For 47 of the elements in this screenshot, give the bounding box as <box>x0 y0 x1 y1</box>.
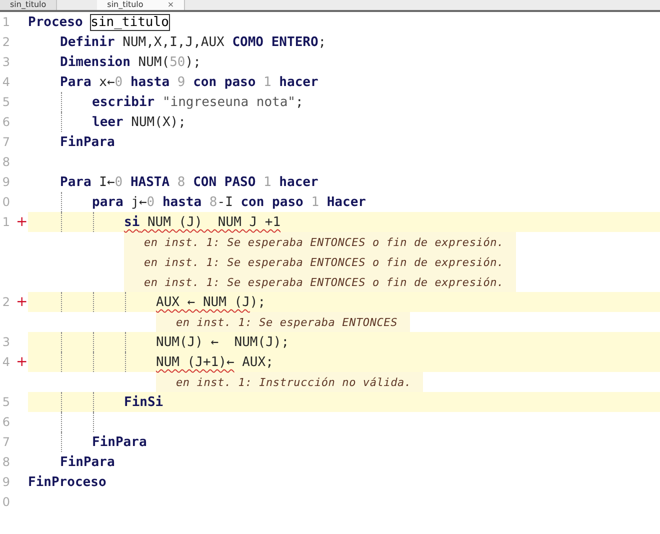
line-number: 3 <box>1 335 10 349</box>
code-line: Dimension NUM(50); <box>60 54 201 70</box>
line-number: 3 <box>1 55 10 69</box>
line-number: 4 <box>1 75 10 89</box>
code-line: FinPara <box>60 454 115 470</box>
line-number: 0 <box>1 495 10 509</box>
code-line: escribir "ingreseuna nota"; <box>92 94 304 110</box>
line-number: 8 <box>1 455 10 469</box>
line-number: 9 <box>1 175 10 189</box>
line-number: 7 <box>1 435 10 449</box>
error-message: en inst. 1: Se esperaba ENTONCES o fin de expresión. <box>124 252 516 272</box>
code-line: NUM(J) ← NUM(J); <box>156 334 290 350</box>
editor-tab[interactable]: sin_titulo × <box>97 0 186 10</box>
line-number: 9 <box>1 475 10 489</box>
line-number: 5 <box>1 95 10 109</box>
change-marker: + <box>16 214 28 230</box>
line-number: 6 <box>1 415 10 429</box>
code-line: FinProceso <box>28 474 106 490</box>
line-number: 1 <box>1 15 10 29</box>
code-line: leer NUM(X); <box>92 114 186 130</box>
line-number: 2 <box>1 35 10 49</box>
line-number: 7 <box>1 135 10 149</box>
code-line: Definir NUM,X,I,J,AUX COMO ENTERO; <box>60 34 326 50</box>
code-line: si NUM (J) NUM J +1 <box>124 214 281 230</box>
error-message: en inst. 1: Instrucción no válida. <box>156 372 424 392</box>
line-number: 6 <box>1 115 10 129</box>
code-line: para j←0 hasta 8-I con paso 1 Hacer <box>92 194 366 210</box>
code-line: FinPara <box>60 134 115 150</box>
error-message: en inst. 1: Se esperaba ENTONCES o fin de expresión. <box>124 232 516 252</box>
code-line: Proceso sin_titulo <box>28 14 169 30</box>
code-line: FinPara <box>92 434 147 450</box>
change-marker: + <box>16 294 28 310</box>
line-number: 0 <box>1 195 10 209</box>
code-line: FinSi <box>124 394 164 410</box>
code-line: NUM (J+1)← AUX; <box>156 354 274 370</box>
change-marker: + <box>16 354 28 370</box>
error-message: en inst. 1: Se esperaba ENTONCES o fin de expresión. <box>124 272 516 292</box>
line-number: 1 <box>1 215 10 229</box>
line-number: 2 <box>1 295 10 309</box>
code-line: AUX ← NUM (J); <box>156 294 266 310</box>
line-number: 8 <box>1 155 10 169</box>
code-line: Para I←0 HASTA 8 CON PASO 1 hacer <box>60 174 318 190</box>
line-number: 4 <box>1 355 10 369</box>
editor-tab[interactable]: sin_titulo <box>0 0 58 10</box>
code-line: Para x←0 hasta 9 con paso 1 hacer <box>60 74 318 90</box>
line-number: 5 <box>1 395 10 409</box>
error-message: en inst. 1: Se esperaba ENTONCES <box>156 312 410 332</box>
